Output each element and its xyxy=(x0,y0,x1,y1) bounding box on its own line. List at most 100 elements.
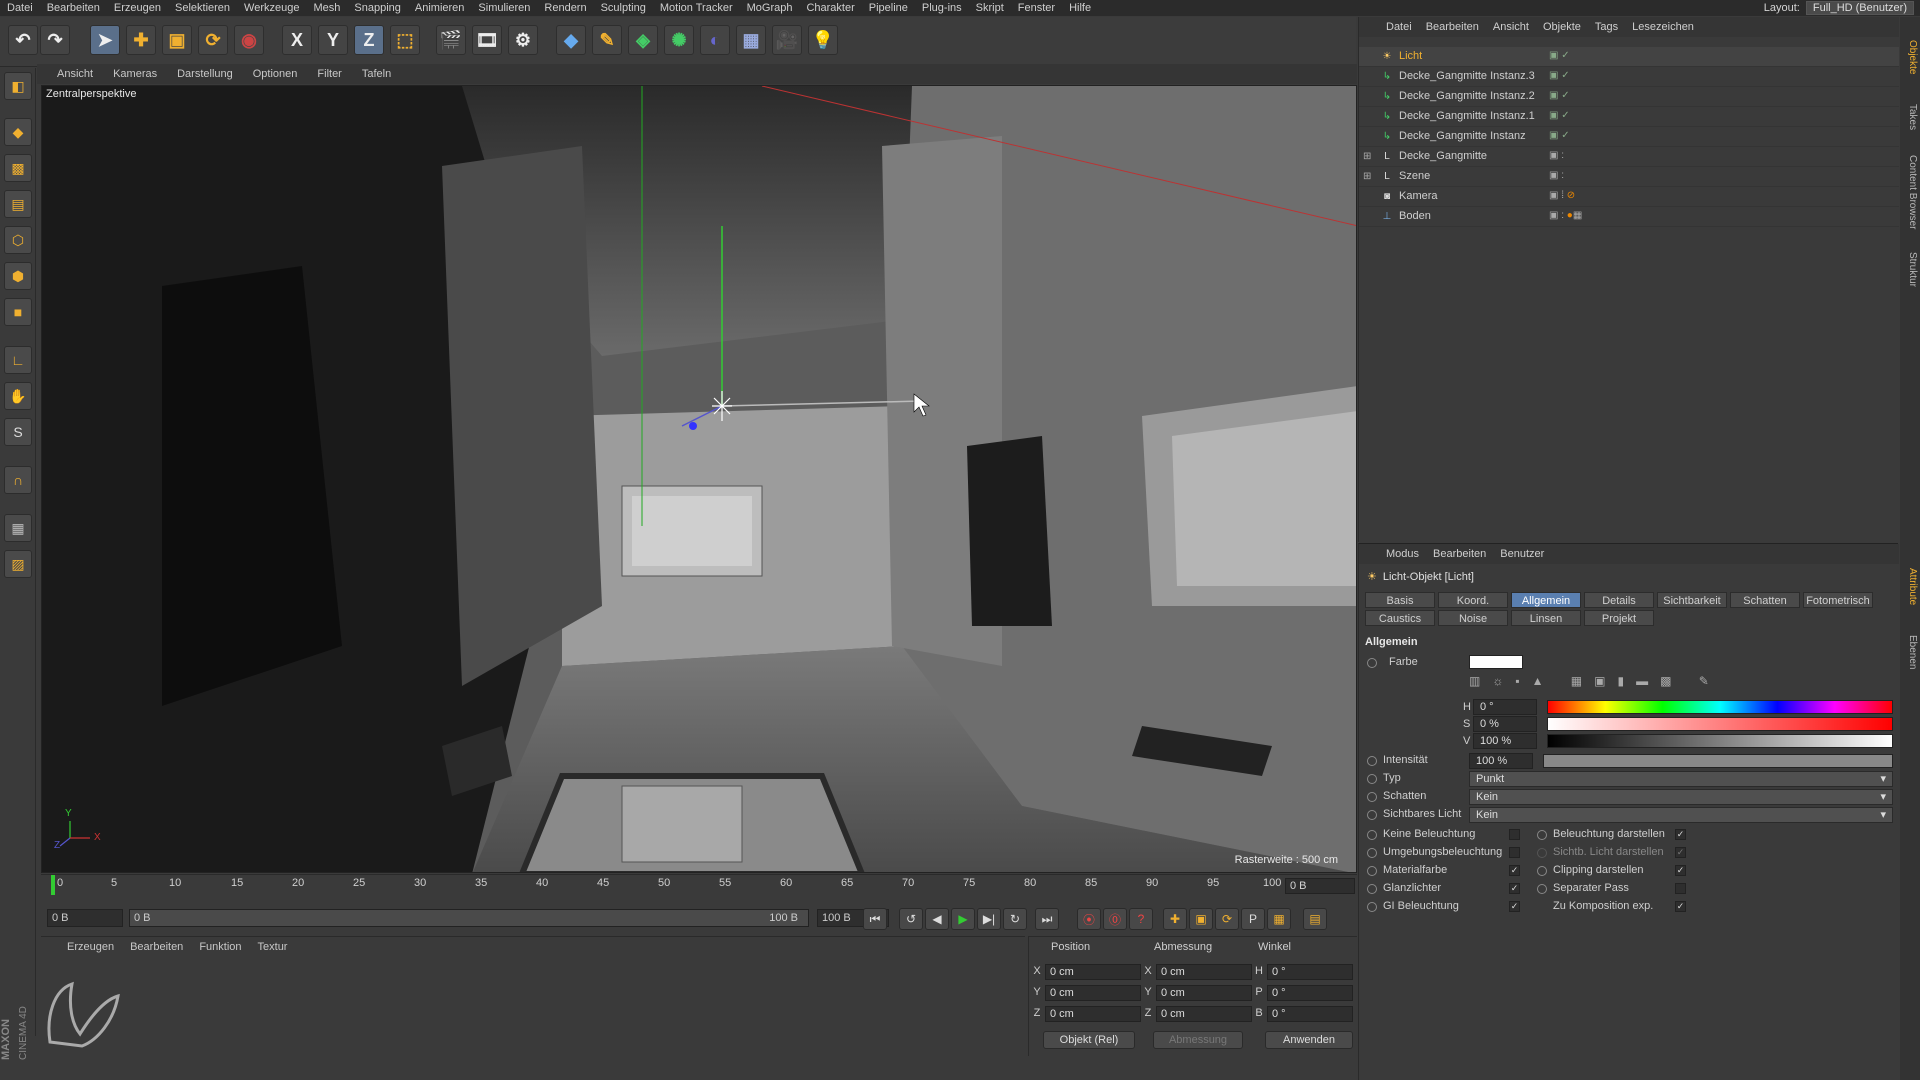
current-frame-field[interactable]: 0 B xyxy=(1285,878,1355,894)
animate-bullet-icon[interactable] xyxy=(1367,756,1377,766)
object-row[interactable]: ↳ Decke_Gangmitte Instanz.3 ▣ ✓ xyxy=(1359,67,1899,87)
umgebungsbeleuchtung-checkbox[interactable] xyxy=(1509,847,1520,858)
type-dropdown[interactable]: Punkt ▾ xyxy=(1469,771,1893,787)
glanzlichter-checkbox[interactable]: ✓ xyxy=(1509,883,1520,894)
mat-menu-textur[interactable]: Textur xyxy=(252,941,294,953)
rotation-b-field[interactable]: 0 ° xyxy=(1267,1006,1353,1022)
tweak-mode-icon[interactable]: ✋ xyxy=(4,382,32,410)
saturation-slider[interactable] xyxy=(1547,717,1893,731)
edges-mode-icon[interactable]: ⬢ xyxy=(4,262,32,290)
am-menu-bearbeiten[interactable]: Bearbeiten xyxy=(1426,548,1493,560)
menu-datei[interactable]: Datei xyxy=(0,2,40,14)
menu-skript[interactable]: Skript xyxy=(969,2,1011,14)
axis-mode-icon[interactable]: ∟ xyxy=(4,346,32,374)
mat-menu-bearbeiten[interactable]: Bearbeiten xyxy=(124,941,189,953)
coord-system-icon[interactable]: ⬚ xyxy=(390,25,420,55)
visibility-flags-icon[interactable]: ▣ ✓ xyxy=(1549,70,1570,81)
object-row[interactable]: ◙ Kamera ▣ ⁞ ⊘ xyxy=(1359,187,1899,207)
om-menu-ansicht[interactable]: Ansicht xyxy=(1486,21,1536,33)
key-rotation-icon[interactable]: ⟳ xyxy=(1215,908,1239,930)
camera-icon[interactable]: 🎥 xyxy=(772,25,802,55)
apply-button[interactable]: Anwenden xyxy=(1265,1031,1353,1049)
animate-bullet-icon[interactable] xyxy=(1367,774,1377,784)
value-slider[interactable] xyxy=(1547,734,1893,748)
go-start-icon[interactable]: ⏮ xyxy=(863,908,887,930)
tab-linsen[interactable]: Linsen xyxy=(1511,610,1581,626)
3d-viewport[interactable]: Zentralperspektive Y Z X Rasterweite : 5… xyxy=(41,85,1357,873)
object-row[interactable]: ⊞ L Szene ▣ : xyxy=(1359,167,1899,187)
hue-slider[interactable] xyxy=(1547,700,1893,714)
tab-sichtbarkeit[interactable]: Sichtbarkeit xyxy=(1657,592,1727,608)
object-row-licht[interactable]: ☀ Licht ▣ ✓ xyxy=(1359,47,1899,67)
light-icon[interactable]: 💡 xyxy=(808,25,838,55)
vp-menu-optionen[interactable]: Optionen xyxy=(245,68,306,80)
object-row[interactable]: ⊞ L Decke_Gangmitte ▣ : xyxy=(1359,147,1899,167)
tab-schatten[interactable]: Schatten xyxy=(1730,592,1800,608)
menu-selektieren[interactable]: Selektieren xyxy=(168,2,237,14)
prev-key-icon[interactable]: ↺ xyxy=(899,908,923,930)
axis-y-button[interactable]: Y xyxy=(318,25,348,55)
menu-werkzeuge[interactable]: Werkzeuge xyxy=(237,2,306,14)
scale-tool-icon[interactable]: ▣ xyxy=(162,25,192,55)
side-tab-attribute[interactable]: Attribute xyxy=(1902,557,1918,617)
tab-noise[interactable]: Noise xyxy=(1438,610,1508,626)
visible-light-dropdown[interactable]: Kein ▾ xyxy=(1469,807,1893,823)
autokey-icon[interactable]: ⓪ xyxy=(1103,908,1127,930)
visibility-flags-icon[interactable]: ▣ : ●▦ xyxy=(1549,210,1582,221)
menu-mesh[interactable]: Mesh xyxy=(306,2,347,14)
am-menu-modus[interactable]: Modus xyxy=(1379,548,1426,560)
clipping-darstellen-checkbox[interactable]: ✓ xyxy=(1675,865,1686,876)
menu-charakter[interactable]: Charakter xyxy=(799,2,861,14)
menu-fenster[interactable]: Fenster xyxy=(1011,2,1062,14)
next-frame-icon[interactable]: ▶| xyxy=(977,908,1001,930)
menu-mograph[interactable]: MoGraph xyxy=(740,2,800,14)
saturation-field[interactable]: 0 % xyxy=(1473,716,1537,732)
hue-field[interactable]: 0 ° xyxy=(1473,699,1537,715)
polygons-mode-icon[interactable]: ■ xyxy=(4,298,32,326)
object-row[interactable]: ⊥ Boden ▣ : ●▦ xyxy=(1359,207,1899,227)
tab-fotometrisch[interactable]: Fotometrisch xyxy=(1803,592,1873,608)
om-menu-lesezeichen[interactable]: Lesezeichen xyxy=(1625,21,1701,33)
tab-koord[interactable]: Koord. xyxy=(1438,592,1508,608)
tab-allgemein[interactable]: Allgemein xyxy=(1511,592,1581,608)
rotation-p-field[interactable]: 0 ° xyxy=(1267,985,1353,1001)
tab-details[interactable]: Details xyxy=(1584,592,1654,608)
recent-tool-icon[interactable]: ◉ xyxy=(234,25,264,55)
vp-menu-darstellung[interactable]: Darstellung xyxy=(169,68,241,80)
record-keys-icon[interactable]: ⦿ xyxy=(1077,908,1101,930)
menu-bearbeiten[interactable]: Bearbeiten xyxy=(40,2,107,14)
sichtb-licht-darstellen-checkbox[interactable]: ✓ xyxy=(1675,847,1686,858)
visibility-flags-icon[interactable]: ▣ ⁞ ⊘ xyxy=(1549,190,1575,201)
subdivision-icon[interactable]: ◈ xyxy=(628,25,658,55)
key-position-icon[interactable]: ✚ xyxy=(1163,908,1187,930)
side-tab-content-browser[interactable]: Content Browser xyxy=(1902,147,1918,237)
vp-menu-filter[interactable]: Filter xyxy=(309,68,349,80)
object-row[interactable]: ↳ Decke_Gangmitte Instanz.2 ▣ ✓ xyxy=(1359,87,1899,107)
visibility-flags-icon[interactable]: ▣ : xyxy=(1549,150,1564,161)
beleuchtung-darstellen-checkbox[interactable]: ✓ xyxy=(1675,829,1686,840)
menu-erzeugen[interactable]: Erzeugen xyxy=(107,2,168,14)
start-frame-field[interactable]: 0 B xyxy=(47,909,123,927)
visibility-flags-icon[interactable]: ▣ ✓ xyxy=(1549,90,1570,101)
lock-workplane-icon[interactable]: ▦ xyxy=(4,514,32,542)
animate-bullet-icon[interactable] xyxy=(1367,658,1377,668)
color-mode-icons[interactable]: ▥☼▪▲ ▦▣▮▬▩ ✎ xyxy=(1469,674,1729,692)
make-editable-icon[interactable]: ◧ xyxy=(4,72,32,100)
animate-bullet-icon[interactable] xyxy=(1367,810,1377,820)
size-x-field[interactable]: 0 cm xyxy=(1156,964,1252,980)
size-y-field[interactable]: 0 cm xyxy=(1156,985,1252,1001)
tab-basis[interactable]: Basis xyxy=(1365,592,1435,608)
menu-snapping[interactable]: Snapping xyxy=(347,2,408,14)
animate-bullet-icon[interactable] xyxy=(1367,848,1377,858)
separater-pass-checkbox[interactable] xyxy=(1675,883,1686,894)
menu-plugins[interactable]: Plug-ins xyxy=(915,2,969,14)
layout-select[interactable]: Full_HD (Benutzer) xyxy=(1805,1,1914,15)
menu-hilfe[interactable]: Hilfe xyxy=(1062,2,1098,14)
range-slider[interactable]: 0 B 100 B xyxy=(129,909,809,927)
deformer-icon[interactable]: ◐ xyxy=(700,25,730,55)
key-param-icon[interactable]: P xyxy=(1241,908,1265,930)
om-menu-objekte[interactable]: Objekte xyxy=(1536,21,1588,33)
side-tab-takes[interactable]: Takes xyxy=(1902,97,1918,137)
coord-mode-select[interactable]: Objekt (Rel) xyxy=(1043,1031,1135,1049)
menu-motion-tracker[interactable]: Motion Tracker xyxy=(653,2,740,14)
